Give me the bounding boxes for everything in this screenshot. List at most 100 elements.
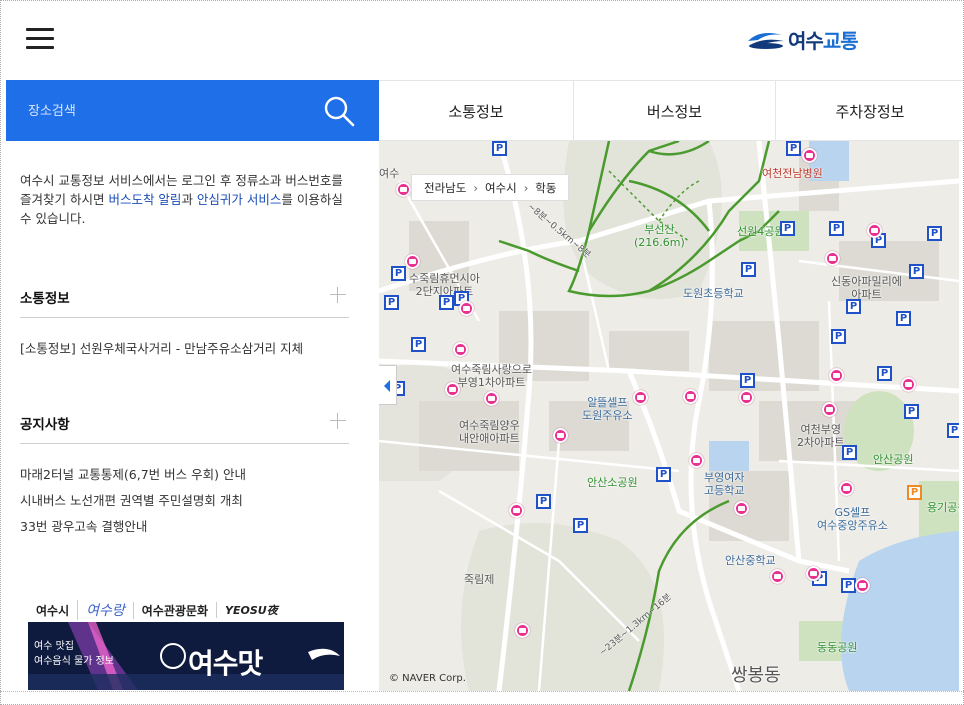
- map-label-gas-station: GS셀프 여수중앙주유소: [817, 506, 888, 532]
- bus-stop-marker[interactable]: [839, 481, 854, 496]
- bus-stop-marker[interactable]: [806, 566, 821, 581]
- bus-stop-marker[interactable]: [683, 389, 698, 404]
- parking-marker[interactable]: P: [741, 262, 756, 277]
- parking-marker[interactable]: P: [877, 366, 892, 381]
- map-copyright: © NAVER Corp.: [389, 673, 466, 684]
- parking-marker[interactable]: P: [842, 445, 857, 460]
- parking-marker[interactable]: P: [846, 299, 861, 314]
- map-label-school: 부영여자 고등학교: [704, 471, 745, 497]
- banner-tab-yeosu-night[interactable]: YEOSU夜: [216, 602, 286, 618]
- parking-marker[interactable]: P: [909, 264, 924, 279]
- parking-marker[interactable]: P: [780, 221, 795, 236]
- map-label-apartment: 여천부영 2차아파트: [797, 423, 845, 449]
- bus-stop-marker[interactable]: [901, 377, 916, 392]
- logo-mark-icon: [748, 33, 784, 49]
- breadcrumb-city[interactable]: 여수시: [485, 180, 517, 196]
- bus-stop-marker[interactable]: [855, 578, 870, 593]
- panel-collapse-button[interactable]: [379, 365, 397, 405]
- bus-stop-marker[interactable]: [739, 390, 754, 405]
- map-view[interactable]: 여천전남병원 부선산 (216.6m) 선원4공원 수죽림휴먼시아 2단지아파트 도…: [379, 141, 959, 691]
- parking-marker[interactable]: P: [411, 337, 426, 352]
- parking-marker[interactable]: P: [831, 329, 846, 344]
- breadcrumb-district[interactable]: 학동: [535, 180, 556, 196]
- parking-marker[interactable]: P: [656, 467, 671, 482]
- map-label-reservoir: 죽림제: [464, 573, 495, 586]
- hamburger-menu-icon[interactable]: [26, 26, 54, 50]
- banner-tab-yeosurang[interactable]: 여수랑: [77, 600, 133, 620]
- banner-title: 여수맛: [188, 647, 263, 680]
- tab-bus-info[interactable]: 버스정보: [573, 81, 775, 141]
- banner-tab-tourism[interactable]: 여수관광문화: [132, 601, 216, 619]
- bus-stop-marker[interactable]: [445, 382, 460, 397]
- parking-marker[interactable]: P: [841, 578, 856, 593]
- bus-stop-marker[interactable]: [515, 623, 530, 638]
- side-panel: 여수시 교통정보 서비스에서는 로그인 후 정류소과 버스번호를 즐겨찾기 하시…: [6, 141, 379, 691]
- map-label-park: 안산공원: [873, 453, 914, 466]
- parking-marker[interactable]: P: [927, 226, 942, 241]
- map-label-school: 안산중학교: [725, 554, 776, 567]
- bus-stop-marker[interactable]: [689, 453, 704, 468]
- parking-marker[interactable]: P: [829, 221, 844, 236]
- parking-marker[interactable]: P: [947, 423, 959, 438]
- bus-stop-marker[interactable]: [822, 402, 837, 417]
- bus-stop-marker[interactable]: [484, 391, 499, 406]
- bus-stop-marker[interactable]: [509, 503, 524, 518]
- map-label-school: 도원초등학교: [683, 287, 744, 300]
- parking-marker[interactable]: P: [573, 518, 588, 533]
- parking-marker[interactable]: P: [439, 295, 454, 310]
- parking-marker[interactable]: P: [786, 141, 801, 156]
- banner-tab-yeosu-city[interactable]: 여수시: [28, 602, 77, 619]
- tab-parking-info[interactable]: 주차장정보: [775, 81, 964, 141]
- search-bar: [6, 80, 379, 141]
- divider: [20, 443, 349, 444]
- parking-marker[interactable]: P: [384, 295, 399, 310]
- parking-marker[interactable]: P: [536, 494, 551, 509]
- bus-stop-marker[interactable]: [396, 182, 411, 197]
- bus-stop-marker[interactable]: [825, 251, 840, 266]
- notice-list-item[interactable]: 마래2터널 교통통제(6,7번 버스 우회) 안내: [20, 464, 246, 483]
- notice-list-item[interactable]: 시내버스 노선개편 권역별 주민설명회 개최: [20, 490, 243, 509]
- bus-stop-marker[interactable]: [802, 148, 817, 163]
- bus-stop-marker[interactable]: [734, 501, 749, 516]
- chevron-right-icon: ›: [473, 180, 478, 195]
- bus-stop-marker[interactable]: [459, 301, 474, 316]
- bus-stop-marker[interactable]: [867, 223, 882, 238]
- map-breadcrumb: 전라남도 › 여수시 › 학동: [411, 174, 570, 201]
- parking-marker[interactable]: P: [740, 373, 755, 388]
- traffic-more-plus-icon[interactable]: [330, 287, 346, 303]
- search-icon[interactable]: [322, 94, 356, 128]
- bottom-border: [0, 691, 964, 705]
- parking-marker[interactable]: P: [896, 311, 911, 326]
- banner-subtitle: 여수 맛집 여수음식 물가 정보: [34, 641, 114, 667]
- banner-tabs: 여수시 여수랑 여수관광문화 YEOSU夜: [28, 599, 348, 621]
- bus-stop-marker[interactable]: [553, 428, 568, 443]
- bus-stop-marker[interactable]: [770, 569, 785, 584]
- map-label-park: 용기공원: [927, 501, 959, 514]
- site-logo[interactable]: 여수교통: [746, 24, 859, 54]
- notice-list-item[interactable]: 33번 광우고속 결행안내: [20, 516, 147, 535]
- bus-stop-marker[interactable]: [405, 254, 420, 269]
- parking-marker[interactable]: P: [391, 266, 406, 281]
- traffic-list-item[interactable]: [소통정보] 선원우체국사거리 - 만남주유소삼거리 지체: [20, 338, 303, 357]
- logo-text: 여수교통: [788, 28, 859, 53]
- tab-traffic-info[interactable]: 소통정보: [379, 81, 573, 141]
- map-label-apartment: 신동아파밀리에 아파트: [831, 275, 902, 301]
- intro-text: 여수시 교통정보 서비스에서는 로그인 후 정류소과 버스번호를 즐겨찾기 하시…: [20, 173, 343, 226]
- notice-more-plus-icon[interactable]: [330, 413, 346, 429]
- bus-stop-marker[interactable]: [633, 390, 648, 405]
- parking-marker[interactable]: P: [904, 404, 919, 419]
- gas-parking-marker[interactable]: P: [907, 485, 922, 500]
- main-tabs: 소통정보 버스정보 주차장정보: [379, 80, 964, 141]
- bus-stop-marker[interactable]: [453, 342, 468, 357]
- map-label-yeosu: 여수: [379, 167, 400, 180]
- parking-marker[interactable]: P: [492, 141, 507, 156]
- map-label-hospital: 여천전남병원: [762, 167, 823, 180]
- search-input[interactable]: [28, 96, 308, 126]
- food-banner[interactable]: 여수 맛집 여수음식 물가 정보 여수맛: [28, 622, 344, 690]
- breadcrumb-province[interactable]: 전라남도: [424, 180, 466, 196]
- chevron-right-icon: ›: [523, 180, 529, 195]
- bus-stop-marker[interactable]: [829, 368, 844, 383]
- map-label-gas-station: 알뜰셀프 도원주유소: [582, 396, 633, 422]
- map-label-park: 안산소공원: [587, 476, 638, 489]
- map-label-district: 쌍봉동: [731, 665, 781, 686]
